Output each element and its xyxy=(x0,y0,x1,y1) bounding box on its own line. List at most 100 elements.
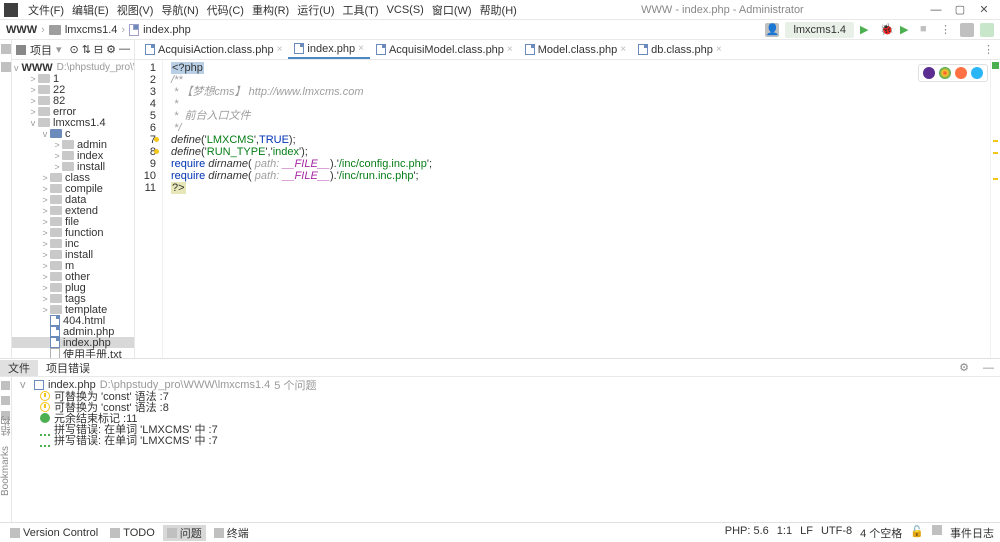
structure-tool-icon[interactable] xyxy=(1,62,11,72)
minimize-button[interactable]: — xyxy=(924,4,948,16)
search-icon[interactable] xyxy=(960,23,974,37)
todo-tool[interactable]: TODO xyxy=(106,527,159,539)
collapse-icon[interactable]: ⊟ xyxy=(94,43,103,56)
version-control-tool[interactable]: Version Control xyxy=(6,527,102,539)
editor-tab[interactable]: AcquisiAction.class.php× xyxy=(139,40,288,59)
structure-label[interactable]: 结构 xyxy=(0,416,12,436)
problem-row[interactable]: 可替换为 'const' 语法 :8 xyxy=(12,401,1000,412)
status-encoding[interactable]: UTF-8 xyxy=(821,525,852,541)
navigation-bar: WWW › lmxcms1.4 › index.php 👤 lmxcms1.4 … xyxy=(0,20,1000,40)
project-tool-icon[interactable] xyxy=(1,44,11,54)
tree-node[interactable]: >index xyxy=(12,150,134,161)
tree-node[interactable]: vc xyxy=(12,128,134,139)
tree-node[interactable]: >error xyxy=(12,106,134,117)
more-icon[interactable]: ⋮ xyxy=(940,23,954,37)
tree-node[interactable]: >install xyxy=(12,249,134,260)
firefox-icon[interactable] xyxy=(955,67,967,79)
tree-node[interactable]: >template xyxy=(12,304,134,315)
tree-node[interactable]: >other xyxy=(12,271,134,282)
chrome-icon[interactable] xyxy=(939,67,951,79)
tree-node[interactable]: >class xyxy=(12,172,134,183)
close-button[interactable]: ✕ xyxy=(972,3,996,16)
tree-node[interactable]: >m xyxy=(12,260,134,271)
edge-icon[interactable] xyxy=(971,67,983,79)
dropdown-icon[interactable]: ▾ xyxy=(56,43,62,56)
tree-node[interactable]: >extend xyxy=(12,205,134,216)
menu-help[interactable]: 帮助(H) xyxy=(476,2,521,18)
menu-refactor[interactable]: 重构(R) xyxy=(248,2,293,18)
stop-icon[interactable]: ■ xyxy=(920,23,934,37)
tree-node[interactable]: >function xyxy=(12,227,134,238)
tree-node[interactable]: vlmxcms1.4 xyxy=(12,117,134,128)
tree-node[interactable]: >data xyxy=(12,194,134,205)
tree-node[interactable]: >file xyxy=(12,216,134,227)
tree-node[interactable]: admin.php xyxy=(12,326,134,337)
problems-tab-project[interactable]: 项目错误 xyxy=(38,360,98,376)
readonly-lock-icon[interactable]: 🔓 xyxy=(910,525,924,541)
tree-node[interactable]: >plug xyxy=(12,282,134,293)
line-gutter[interactable]: 1234567891011 xyxy=(135,60,163,358)
menu-window[interactable]: 窗口(W) xyxy=(428,2,476,18)
user-icon[interactable]: 👤 xyxy=(765,23,779,37)
tree-node[interactable]: >82 xyxy=(12,95,134,106)
tree-node[interactable]: >install xyxy=(12,161,134,172)
menu-run[interactable]: 运行(U) xyxy=(293,2,338,18)
hide-icon[interactable]: — xyxy=(119,43,130,56)
tree-node[interactable]: >1 xyxy=(12,73,134,84)
editor-tab[interactable]: Model.class.php× xyxy=(519,40,632,59)
menu-tools[interactable]: 工具(T) xyxy=(339,2,383,18)
tree-node[interactable]: >admin xyxy=(12,139,134,150)
event-log-icon[interactable] xyxy=(932,525,942,535)
bookmarks-label[interactable]: Bookmarks xyxy=(0,446,12,496)
status-php[interactable]: PHP: 5.6 xyxy=(725,525,769,541)
error-stripe[interactable] xyxy=(990,60,1000,358)
warning-mark-icon[interactable] xyxy=(993,140,998,142)
menu-code[interactable]: 代码(C) xyxy=(203,2,248,18)
problem-row[interactable]: 拼写错误: 在单词 'LMXCMS' 中 :7 xyxy=(12,434,1000,445)
status-indent[interactable]: 4 个空格 xyxy=(860,525,902,541)
expand-icon[interactable]: ⇅ xyxy=(82,43,91,56)
warning-mark-icon[interactable] xyxy=(993,178,998,180)
event-log[interactable]: 事件日志 xyxy=(950,525,994,541)
menu-edit[interactable]: 编辑(E) xyxy=(68,2,113,18)
editor-tab[interactable]: AcquisiModel.class.php× xyxy=(370,40,519,59)
phpstorm-icon[interactable] xyxy=(923,67,935,79)
update-icon[interactable] xyxy=(980,23,994,37)
tree-node[interactable]: >22 xyxy=(12,84,134,95)
coverage-icon[interactable]: ▶ xyxy=(900,23,914,37)
code-editor[interactable]: <?php /** * 【梦想cms】 http://www.lmxcms.co… xyxy=(163,60,990,358)
select-opened-icon[interactable]: ⊙ xyxy=(69,43,78,56)
run-config-select[interactable]: lmxcms1.4 xyxy=(785,22,854,38)
maximize-button[interactable]: ▢ xyxy=(948,3,972,16)
run-icon[interactable]: ▶ xyxy=(860,23,874,37)
status-line-ending[interactable]: LF xyxy=(800,525,813,541)
project-panel: 项目 ▾ ⊙ ⇅ ⊟ ⚙ — vWWWD:\phpstudy_pro\WWW>1… xyxy=(12,40,135,358)
menu-vcs[interactable]: VCS(S) xyxy=(383,4,428,16)
code-line: ?> xyxy=(171,182,986,194)
tree-node[interactable]: >inc xyxy=(12,238,134,249)
status-pos[interactable]: 1:1 xyxy=(777,525,792,541)
menu-view[interactable]: 视图(V) xyxy=(113,2,158,18)
menu-file[interactable]: 文件(F) xyxy=(24,2,68,18)
menu-navigate[interactable]: 导航(N) xyxy=(157,2,202,18)
tree-node[interactable]: >tags xyxy=(12,293,134,304)
tree-node[interactable]: 404.html xyxy=(12,315,134,326)
problems-list[interactable]: v index.php D:\phpstudy_pro\WWW\lmxcms1.… xyxy=(12,377,1000,522)
breadcrumb-file[interactable]: index.php xyxy=(143,24,191,36)
project-panel-title[interactable]: 项目 xyxy=(30,42,52,58)
editor-tab[interactable]: index.php× xyxy=(288,40,370,59)
breadcrumb-root[interactable]: WWW xyxy=(6,24,37,36)
debug-icon[interactable]: 🐞 xyxy=(880,23,894,37)
problems-tool[interactable]: 问题 xyxy=(163,525,206,541)
tree-node[interactable]: >compile xyxy=(12,183,134,194)
editor-area: AcquisiAction.class.php×index.php×Acquis… xyxy=(135,40,1000,358)
editor-tab[interactable]: db.class.php× xyxy=(632,40,728,59)
warning-mark-icon[interactable] xyxy=(993,152,998,154)
hide-icon[interactable]: — xyxy=(977,362,1000,374)
project-tree[interactable]: vWWWD:\phpstudy_pro\WWW>1>22>82>errorvlm… xyxy=(12,60,134,358)
terminal-tool[interactable]: 终端 xyxy=(210,525,253,541)
breadcrumb-dir[interactable]: lmxcms1.4 xyxy=(65,24,118,36)
gear-icon[interactable]: ⚙ xyxy=(106,43,116,56)
tabs-menu-icon[interactable]: ⋮ xyxy=(977,43,1000,56)
gear-icon[interactable]: ⚙ xyxy=(951,361,977,374)
